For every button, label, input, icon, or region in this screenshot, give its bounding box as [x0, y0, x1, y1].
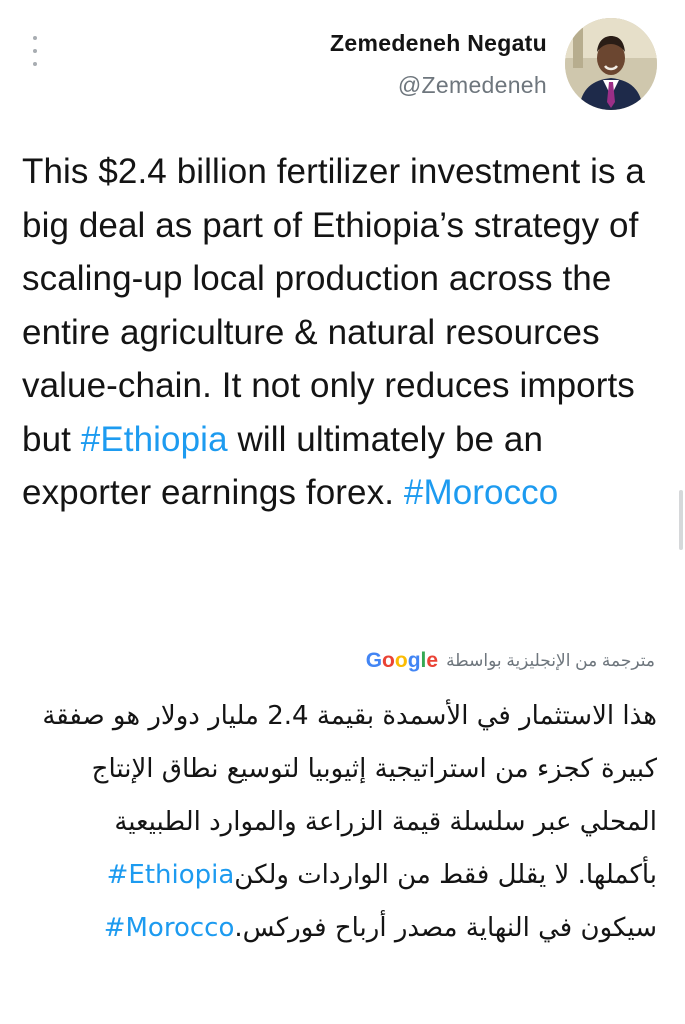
author-display-name[interactable]: Zemedeneh Negatu [330, 27, 547, 59]
tweet-author-header[interactable]: Zemedeneh Negatu @Zemedeneh [330, 18, 657, 110]
more-dot [33, 49, 37, 53]
translation-attribution[interactable]: مترجمة من الإنجليزية بواسطة Google [366, 649, 655, 673]
avatar-photo-icon [565, 18, 657, 110]
author-handle[interactable]: @Zemedeneh [330, 69, 547, 101]
more-dot [33, 36, 37, 40]
hashtag-morocco-link[interactable]: #Morocco [404, 473, 558, 512]
translated-hashtag-morocco-link[interactable]: #Morocco [104, 913, 235, 943]
hashtag-ethiopia-link[interactable]: #Ethiopia [81, 420, 228, 459]
tweet-text-part-1: This $2.4 billion fertilizer investment … [22, 152, 645, 459]
scrollbar-thumb[interactable] [679, 490, 683, 550]
translated-hashtag-ethiopia-link[interactable]: #Ethiopia [107, 860, 235, 890]
tweet-text: This $2.4 billion fertilizer investment … [22, 145, 667, 520]
more-dot [33, 62, 37, 66]
google-logo: Google [365, 649, 439, 672]
translated-text-part-2: سيكون في النهاية مصدر أرباح فوركس. [234, 913, 657, 943]
translation-label: مترجمة من الإنجليزية بواسطة [446, 651, 655, 670]
translated-tweet-text: هذا الاستثمار في الأسمدة بقيمة 2.4 مليار… [27, 690, 657, 955]
avatar[interactable] [565, 18, 657, 110]
more-options-icon[interactable] [30, 36, 40, 66]
author-names: Zemedeneh Negatu @Zemedeneh [330, 27, 547, 101]
